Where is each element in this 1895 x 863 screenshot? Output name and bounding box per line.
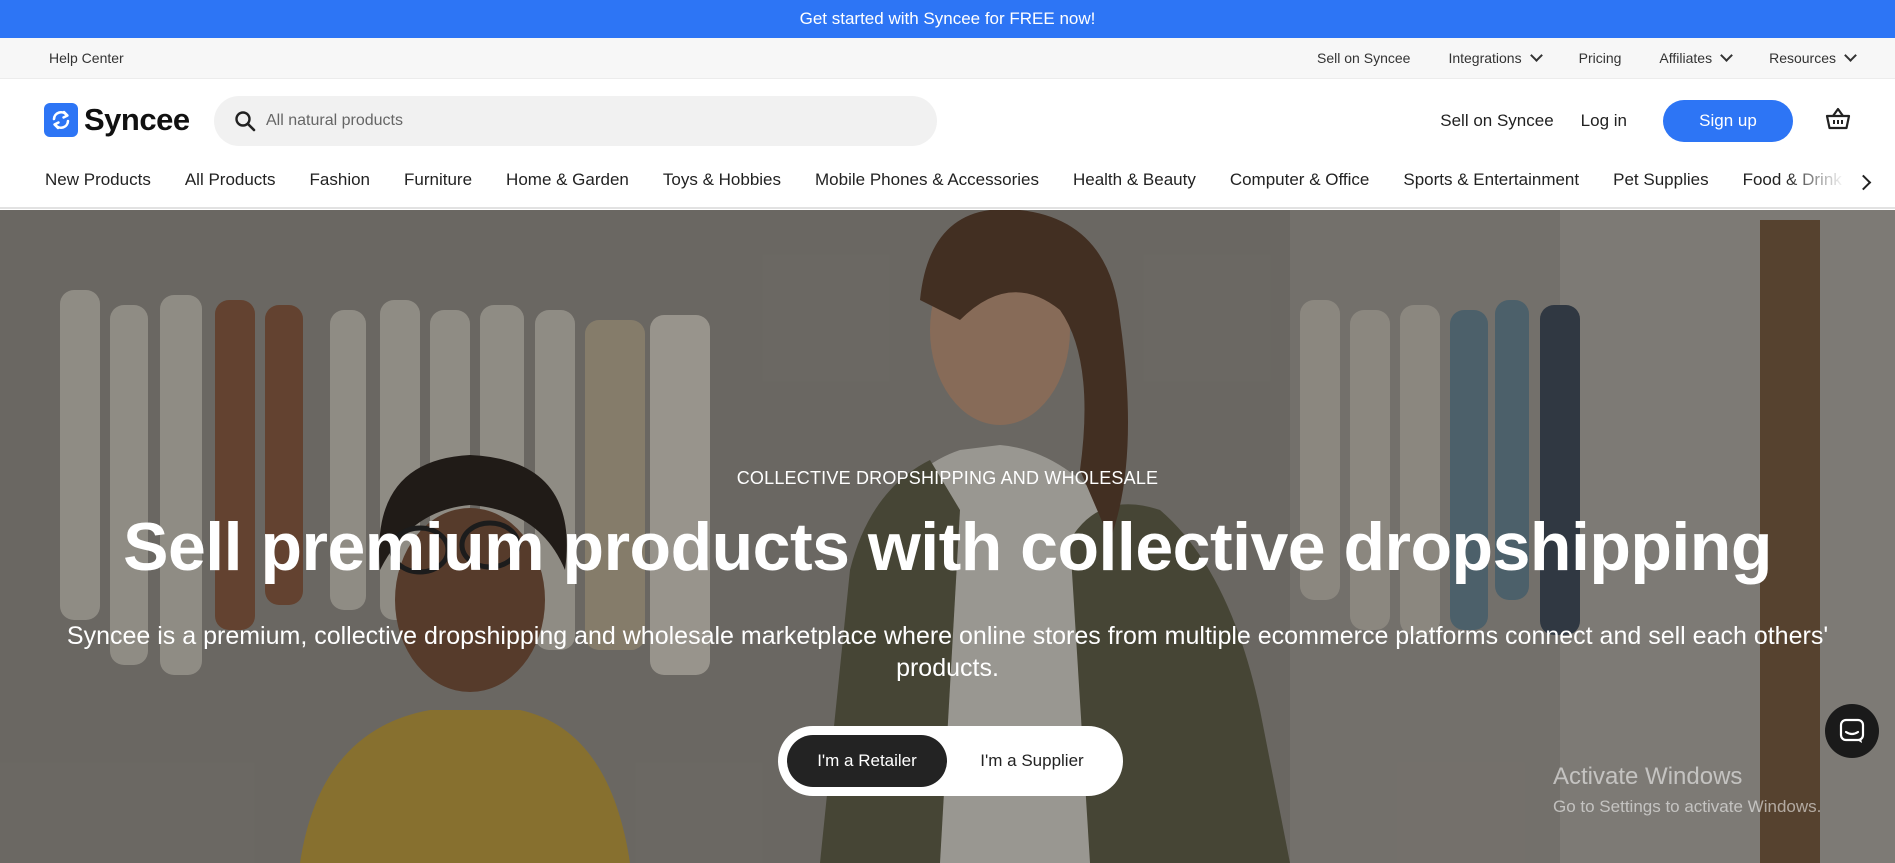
chevron-down-icon [1720, 49, 1733, 62]
category-nav: New Products All Products Fashion Furnit… [0, 161, 1895, 209]
utility-link-label: Affiliates [1659, 50, 1713, 66]
hero-headline: Sell premium products with collective dr… [123, 509, 1772, 585]
utility-bar: Help Center Sell on Syncee Integrations … [0, 38, 1895, 79]
supplier-button[interactable]: I'm a Supplier [950, 735, 1114, 787]
windows-activation-watermark: Activate Windows Go to Settings to activ… [1553, 763, 1821, 817]
sell-on-syncee-link[interactable]: Sell on Syncee [1440, 111, 1553, 131]
search-input[interactable] [266, 112, 866, 130]
promo-banner: Get started with Syncee for FREE now! [0, 0, 1895, 38]
chat-launcher-button[interactable] [1825, 704, 1879, 758]
category-list: New Products All Products Fashion Furnit… [45, 170, 1842, 190]
category-computer-office[interactable]: Computer & Office [1230, 170, 1370, 190]
category-new-products[interactable]: New Products [45, 170, 151, 190]
search-bar[interactable] [214, 96, 937, 146]
hero-subline: Syncee is a premium, collective dropship… [66, 622, 1829, 682]
category-home-garden[interactable]: Home & Garden [506, 170, 629, 190]
category-sports-entertainment[interactable]: Sports & Entertainment [1403, 170, 1579, 190]
category-all-products[interactable]: All Products [185, 170, 276, 190]
promo-link[interactable]: Get started with Syncee for FREE now! [800, 9, 1096, 29]
retailer-button[interactable]: I'm a Retailer [787, 735, 947, 787]
basket-icon [1825, 107, 1851, 129]
category-toys-hobbies[interactable]: Toys & Hobbies [663, 170, 781, 190]
utility-link-label: Pricing [1578, 50, 1622, 66]
logo[interactable]: Syncee [44, 102, 190, 138]
category-fade [1785, 161, 1895, 207]
utility-integrations[interactable]: Integrations [1448, 49, 1543, 66]
help-center-link[interactable]: Help Center [49, 50, 124, 66]
main-header: Syncee Sell on Syncee Log in Sign up [0, 79, 1895, 161]
chevron-down-icon [1844, 49, 1857, 62]
category-furniture[interactable]: Furniture [404, 170, 472, 190]
category-health-beauty[interactable]: Health & Beauty [1073, 170, 1196, 190]
category-fashion[interactable]: Fashion [310, 170, 370, 190]
hero-section: COLLECTIVE DROPSHIPPING AND WHOLESALE Se… [0, 210, 1895, 863]
utility-links: Sell on Syncee Integrations Pricing Affi… [1317, 38, 1857, 78]
hero-eyebrow: COLLECTIVE DROPSHIPPING AND WHOLESALE [736, 468, 1159, 488]
utility-resources[interactable]: Resources [1769, 49, 1857, 66]
utility-link-label: Sell on Syncee [1317, 50, 1411, 66]
category-pet-supplies[interactable]: Pet Supplies [1613, 170, 1708, 190]
category-mobile-phones[interactable]: Mobile Phones & Accessories [815, 170, 1039, 190]
search-icon [235, 111, 256, 132]
utility-pricing[interactable]: Pricing [1579, 50, 1622, 66]
utility-sell-on-syncee[interactable]: Sell on Syncee [1317, 50, 1410, 66]
watermark-subtitle: Go to Settings to activate Windows. [1553, 797, 1822, 816]
audience-toggle: I'm a Retailer I'm a Supplier [778, 726, 1123, 796]
utility-link-label: Resources [1769, 50, 1836, 66]
logo-text: Syncee [84, 102, 190, 137]
login-link[interactable]: Log in [1581, 111, 1627, 131]
utility-link-label: Integrations [1448, 50, 1522, 66]
signup-button[interactable]: Sign up [1663, 100, 1793, 142]
chat-icon [1839, 718, 1865, 743]
watermark-title: Activate Windows [1553, 763, 1743, 790]
utility-affiliates[interactable]: Affiliates [1659, 49, 1733, 66]
header-actions: Sell on Syncee Log in Sign up [1440, 100, 1851, 142]
syncee-logo-icon [44, 103, 78, 137]
chevron-down-icon [1529, 49, 1543, 62]
cart-button[interactable] [1825, 107, 1851, 136]
